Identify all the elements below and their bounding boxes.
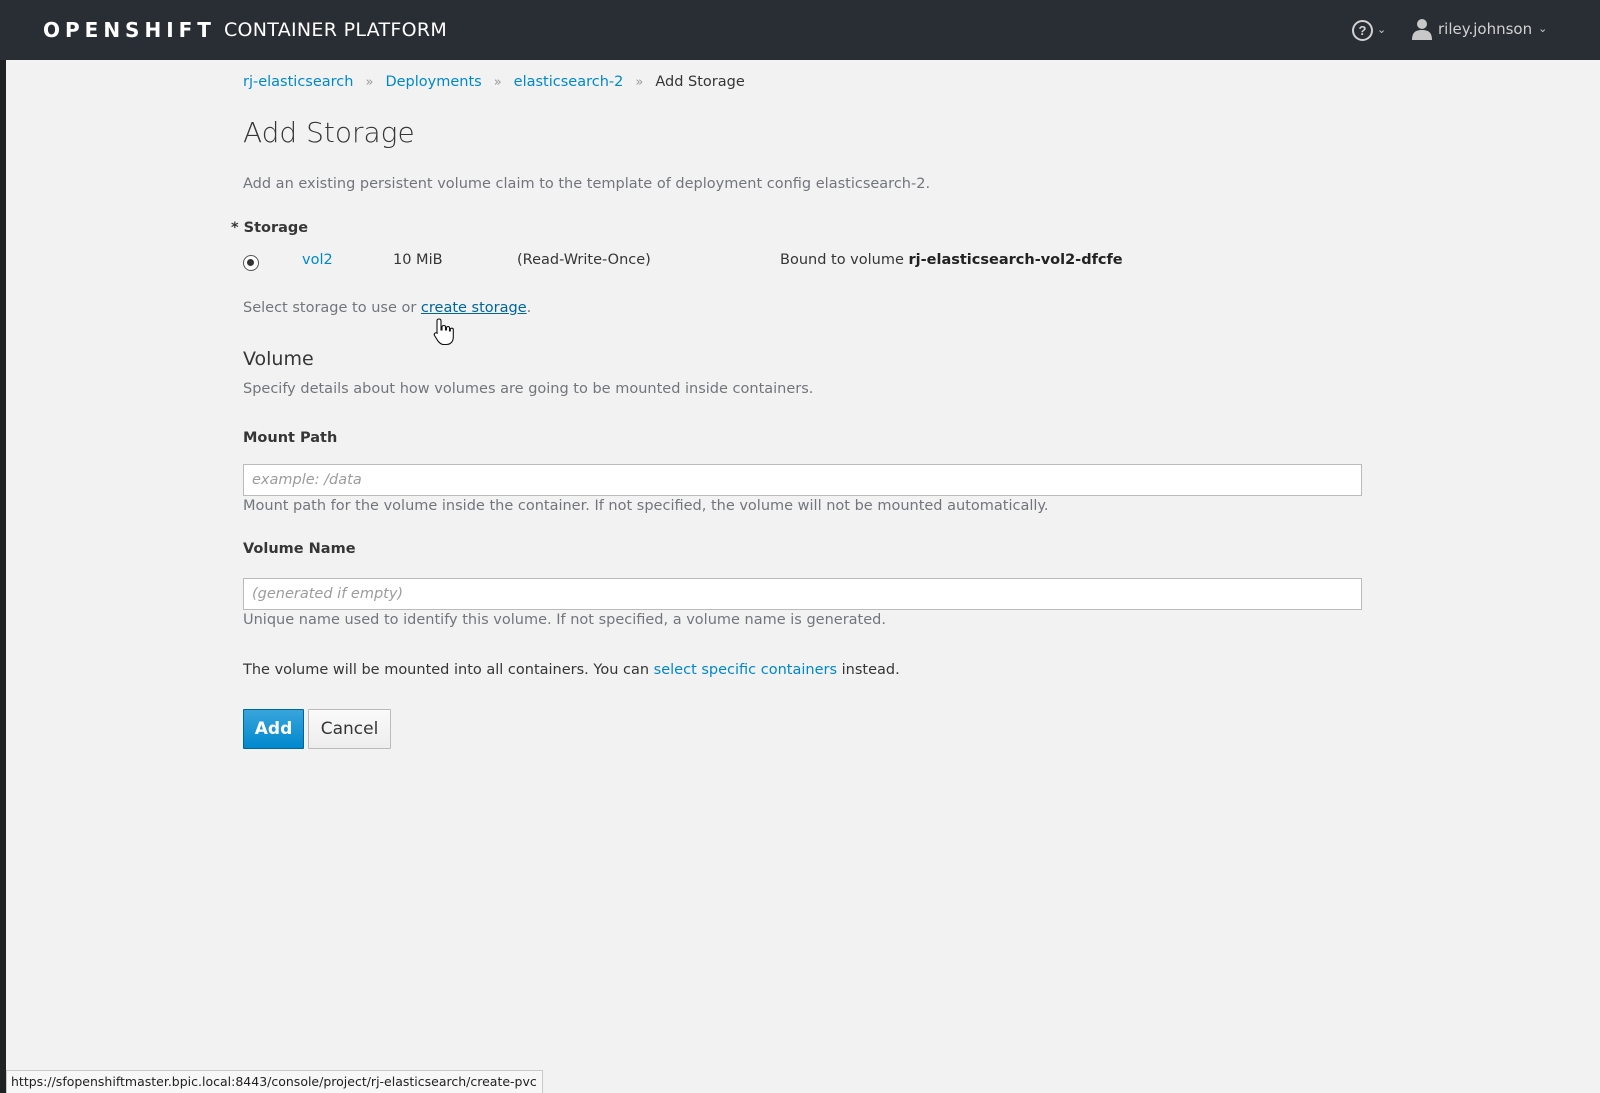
breadcrumb-deployments-link[interactable]: Deployments xyxy=(385,74,481,90)
top-navbar: OPENSHIFT CONTAINER PLATFORM ? ⌄ riley.j… xyxy=(0,0,1600,60)
storage-hint: Select storage to use or create storage. xyxy=(243,300,531,316)
browser-status-url: https://sfopenshiftmaster.bpic.local:844… xyxy=(6,1070,543,1093)
pvc-access-mode: (Read-Write-Once) xyxy=(517,252,651,268)
pvc-bound-volume: rj-elasticsearch-vol2-dfcfe xyxy=(908,252,1123,268)
breadcrumb: rj-elasticsearch » Deployments » elastic… xyxy=(243,70,745,94)
breadcrumb-deployment-link[interactable]: elasticsearch-2 xyxy=(514,74,624,90)
breadcrumb-separator-icon: » xyxy=(635,74,644,90)
breadcrumb-separator-icon: » xyxy=(365,74,374,90)
cancel-button[interactable]: Cancel xyxy=(308,709,391,749)
select-specific-containers-link[interactable]: select specific containers xyxy=(654,662,837,678)
mount-path-input[interactable] xyxy=(243,464,1362,496)
breadcrumb-current: Add Storage xyxy=(655,74,745,90)
storage-hint-prefix: Select storage to use or xyxy=(243,300,417,316)
user-menu-toggle[interactable]: riley.johnson ⌄ xyxy=(1412,12,1547,46)
volume-name-input[interactable] xyxy=(243,578,1362,610)
brand-bold-text: OPENSHIFT xyxy=(43,18,216,42)
hand-pointer-cursor-icon xyxy=(433,318,454,346)
mount-note-prefix: The volume will be mounted into all cont… xyxy=(243,662,650,678)
volume-heading: Volume xyxy=(243,348,314,370)
user-icon xyxy=(1412,19,1432,40)
pvc-bound-status: Bound to volume rj-elasticsearch-vol2-df… xyxy=(780,252,1123,268)
volume-name-label: Volume Name xyxy=(243,541,356,557)
pvc-name-link[interactable]: vol2 xyxy=(302,252,333,268)
mount-path-label: Mount Path xyxy=(243,430,338,446)
chevron-down-icon: ⌄ xyxy=(1538,22,1548,35)
volume-name-help: Unique name used to identify this volume… xyxy=(243,612,886,628)
mount-path-help: Mount path for the volume inside the con… xyxy=(243,498,1049,514)
pvc-bound-prefix: Bound to volume xyxy=(780,252,904,268)
help-circle-icon: ? xyxy=(1352,19,1373,41)
window-left-edge xyxy=(0,0,6,1093)
mount-containers-note: The volume will be mounted into all cont… xyxy=(243,662,900,678)
user-name: riley.johnson xyxy=(1438,20,1533,38)
mount-note-suffix: instead. xyxy=(841,662,900,678)
create-storage-link[interactable]: create storage xyxy=(421,300,527,316)
page-description: Add an existing persistent volume claim … xyxy=(243,176,931,192)
help-menu-toggle[interactable]: ? ⌄ xyxy=(1352,14,1386,46)
volume-description: Specify details about how volumes are go… xyxy=(243,381,814,397)
chevron-down-icon: ⌄ xyxy=(1377,23,1387,36)
storage-radio[interactable] xyxy=(243,255,259,271)
brand-light-text: CONTAINER PLATFORM xyxy=(223,19,448,41)
pvc-size: 10 MiB xyxy=(393,252,443,268)
breadcrumb-project-link[interactable]: rj-elasticsearch xyxy=(243,74,353,90)
breadcrumb-separator-icon: » xyxy=(493,74,502,90)
storage-label: * Storage xyxy=(231,220,309,236)
storage-hint-suffix: . xyxy=(526,300,532,316)
page-title: Add Storage xyxy=(243,116,415,149)
add-button[interactable]: Add xyxy=(243,709,304,749)
storage-option-row[interactable]: vol2 10 MiB (Read-Write-Once) Bound to v… xyxy=(243,252,1143,276)
brand-logo[interactable]: OPENSHIFT CONTAINER PLATFORM xyxy=(43,13,447,47)
